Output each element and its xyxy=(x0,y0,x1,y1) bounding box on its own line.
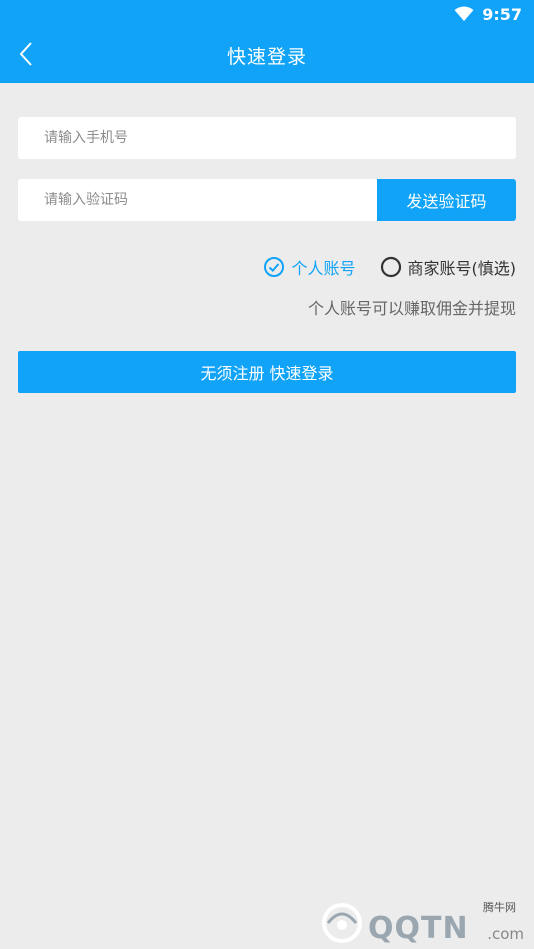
phone-input[interactable] xyxy=(18,117,516,159)
back-button[interactable] xyxy=(12,38,40,70)
code-field: 发送验证码 xyxy=(18,179,516,221)
verification-code-input[interactable] xyxy=(18,179,377,221)
watermark-logo-icon xyxy=(322,903,362,943)
quick-login-button[interactable]: 无须注册 快速登录 xyxy=(18,351,516,393)
personal-account-radio[interactable]: 个人账号 xyxy=(263,255,356,279)
merchant-account-radio[interactable]: 商家账号(慎选) xyxy=(380,255,517,279)
nav-bar: 快速登录 xyxy=(0,28,534,83)
status-bar: 9:57 xyxy=(0,0,534,28)
status-time: 9:57 xyxy=(482,4,522,24)
account-hint: 个人账号可以赚取佣金并提现 xyxy=(307,299,516,318)
phone-field xyxy=(18,117,516,159)
merchant-account-label: 商家账号(慎选) xyxy=(407,259,517,278)
watermark-suffix: .com xyxy=(487,925,524,943)
check-circle-icon xyxy=(264,257,285,277)
watermark: QQTN 腾牛网 .com xyxy=(318,899,528,947)
radio-empty-icon xyxy=(380,256,401,278)
page-title: 快速登录 xyxy=(226,46,307,68)
watermark-text: QQTN xyxy=(368,911,469,946)
chevron-left-icon xyxy=(19,42,32,66)
account-type-selector: 个人账号 商家账号(慎选) xyxy=(263,254,516,280)
wifi-icon xyxy=(454,6,474,21)
login-screen: 9:57 快速登录 发送验证码 个人账号 xyxy=(0,0,534,949)
header: 9:57 快速登录 xyxy=(0,0,534,83)
personal-account-label: 个人账号 xyxy=(291,259,356,278)
send-code-button[interactable]: 发送验证码 xyxy=(377,179,516,221)
watermark-site: 腾牛网 xyxy=(483,901,516,914)
